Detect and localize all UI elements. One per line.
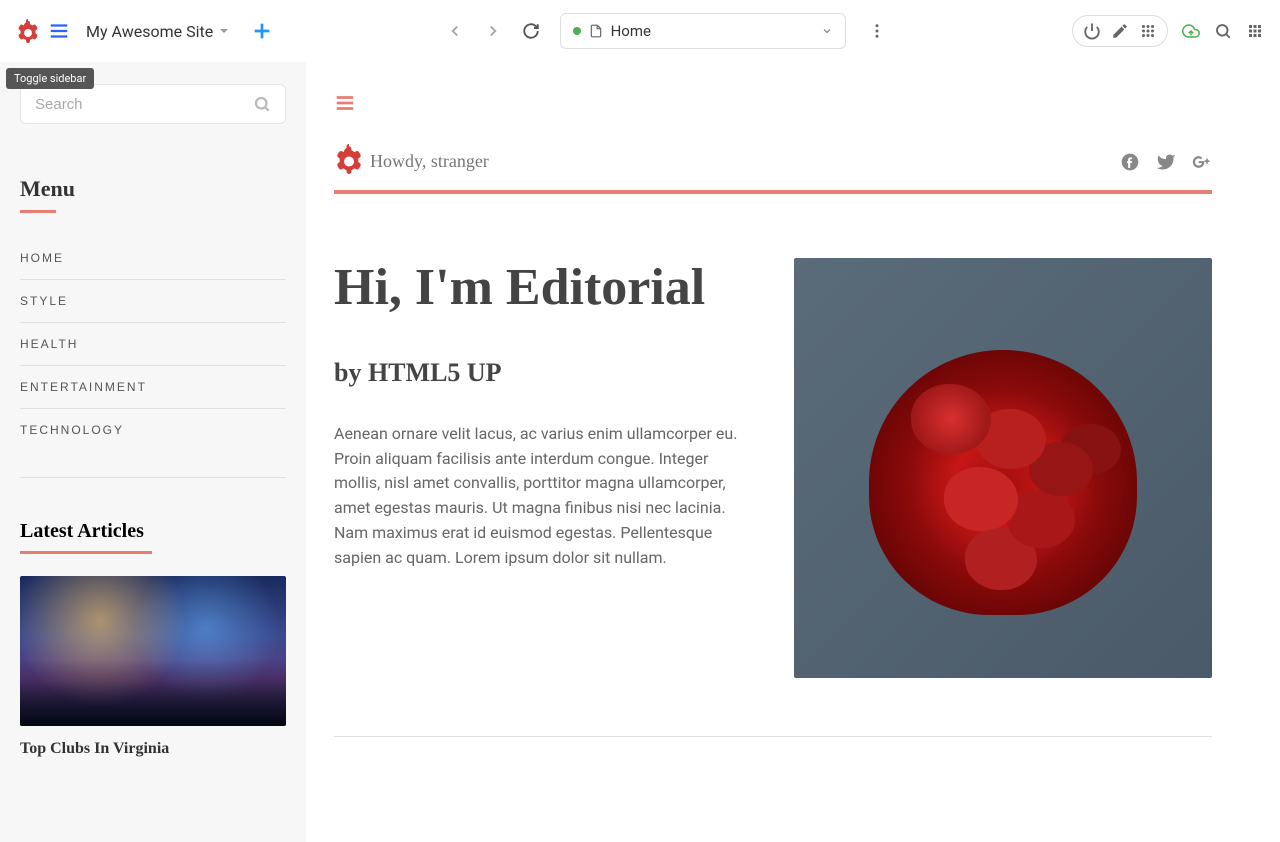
latest-article-title[interactable]: Top Clubs In Virginia bbox=[20, 740, 286, 758]
chevron-down-icon bbox=[821, 25, 833, 37]
menu-underline bbox=[20, 210, 56, 213]
twitter-icon[interactable] bbox=[1156, 152, 1176, 172]
site-logo-icon bbox=[334, 144, 364, 174]
forward-button[interactable] bbox=[484, 22, 502, 40]
site-title-label: My Awesome Site bbox=[86, 22, 213, 41]
menu-list: HOME STYLE HEALTH ENTERTAINMENT TECHNOLO… bbox=[20, 237, 286, 451]
app-logo-icon bbox=[16, 19, 40, 43]
tooltip: Toggle sidebar bbox=[6, 68, 94, 89]
status-dot-icon bbox=[573, 27, 581, 35]
caret-down-icon bbox=[219, 26, 229, 36]
sidebar: Menu HOME STYLE HEALTH ENTERTAINMENT TEC… bbox=[0, 62, 306, 842]
hero-text-column: Hi, I'm Editorial by HTML5 UP Aenean orn… bbox=[334, 258, 740, 678]
menu-item-technology[interactable]: TECHNOLOGY bbox=[20, 409, 286, 451]
sidebar-divider bbox=[20, 477, 286, 478]
page-selector-label: Home bbox=[611, 22, 813, 40]
hero-image bbox=[794, 258, 1212, 678]
greeting-text: Howdy, stranger bbox=[370, 151, 489, 172]
reload-button[interactable] bbox=[522, 22, 540, 40]
latest-articles-heading: Latest Articles bbox=[20, 520, 286, 543]
latest-underline bbox=[20, 551, 152, 554]
google-plus-icon[interactable] bbox=[1192, 152, 1212, 172]
header-divider bbox=[334, 190, 1212, 194]
page-selector[interactable]: Home bbox=[560, 13, 846, 49]
toggle-sidebar-button[interactable] bbox=[48, 20, 70, 42]
site-title-dropdown[interactable]: My Awesome Site bbox=[86, 22, 229, 41]
content-menu-button[interactable] bbox=[334, 92, 356, 114]
add-button[interactable] bbox=[251, 20, 273, 42]
grid-button[interactable] bbox=[1139, 22, 1157, 40]
app-toolbar: My Awesome Site Home bbox=[0, 0, 1280, 62]
edit-button[interactable] bbox=[1111, 22, 1129, 40]
hero-subtitle: by HTML5 UP bbox=[334, 358, 740, 388]
hero-body-text: Aenean ornare velit lacus, ac varius eni… bbox=[334, 422, 740, 571]
back-button[interactable] bbox=[446, 22, 464, 40]
facebook-icon[interactable] bbox=[1120, 152, 1140, 172]
apps-button[interactable] bbox=[1246, 22, 1264, 40]
search-icon bbox=[253, 95, 271, 113]
hero-title: Hi, I'm Editorial bbox=[334, 258, 740, 318]
menu-item-style[interactable]: STYLE bbox=[20, 280, 286, 323]
search-input[interactable] bbox=[35, 96, 253, 113]
content-area: Howdy, stranger Hi, I'm Editorial by HTM… bbox=[306, 62, 1280, 842]
menu-item-entertainment[interactable]: ENTERTAINMENT bbox=[20, 366, 286, 409]
mode-pill bbox=[1072, 15, 1168, 47]
more-options-button[interactable] bbox=[868, 22, 886, 40]
search-box[interactable] bbox=[20, 84, 286, 124]
content-divider bbox=[334, 736, 1212, 737]
cloud-upload-button[interactable] bbox=[1182, 22, 1200, 40]
power-button[interactable] bbox=[1083, 22, 1101, 40]
hero-section: Hi, I'm Editorial by HTML5 UP Aenean orn… bbox=[334, 258, 1212, 678]
latest-article-image[interactable] bbox=[20, 576, 286, 726]
menu-heading: Menu bbox=[20, 176, 286, 202]
nav-group bbox=[446, 22, 540, 40]
menu-item-home[interactable]: HOME bbox=[20, 237, 286, 280]
content-header: Howdy, stranger bbox=[334, 144, 1212, 172]
page-icon bbox=[589, 24, 603, 38]
social-icons bbox=[1120, 152, 1212, 172]
search-button[interactable] bbox=[1214, 22, 1232, 40]
main-area: Menu HOME STYLE HEALTH ENTERTAINMENT TEC… bbox=[0, 62, 1280, 842]
menu-item-health[interactable]: HEALTH bbox=[20, 323, 286, 366]
greeting: Howdy, stranger bbox=[334, 144, 489, 172]
toolbar-right bbox=[1072, 15, 1264, 47]
